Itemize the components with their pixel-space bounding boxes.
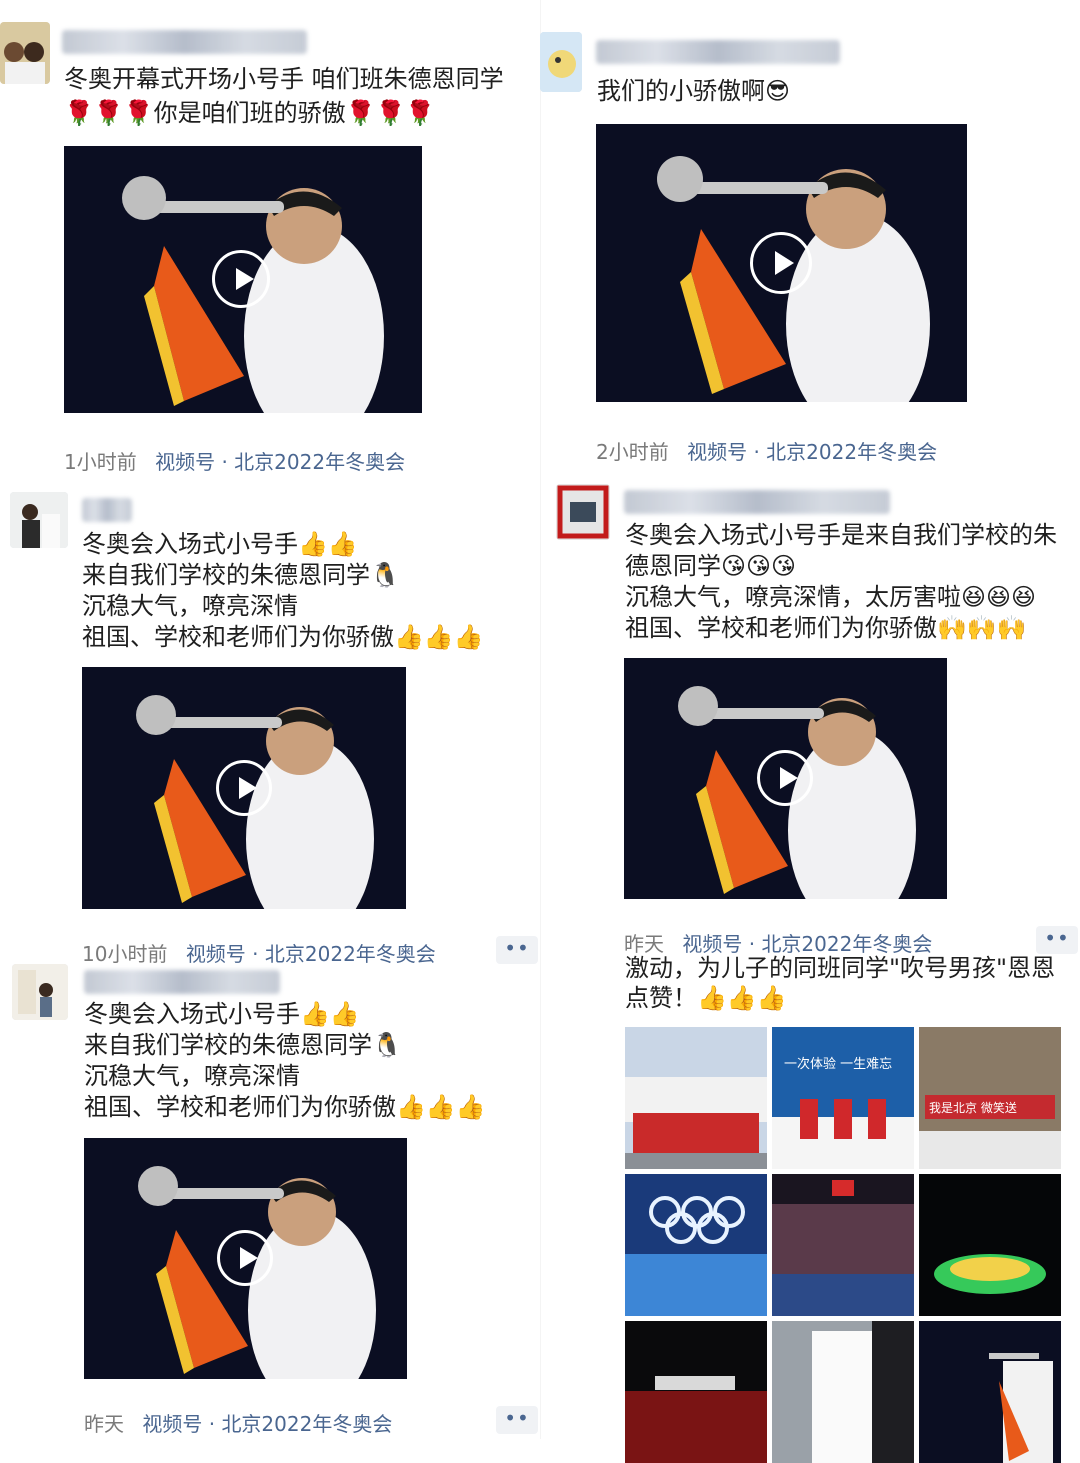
username-blurred[interactable] bbox=[84, 970, 280, 994]
post-text-line: 🌹🌹🌹你是咱们班的骄傲🌹🌹🌹 bbox=[64, 99, 436, 127]
post-time: 10小时前 bbox=[82, 942, 168, 966]
post-time: 昨天 bbox=[84, 1412, 124, 1436]
more-options-button[interactable]: •• bbox=[1036, 926, 1078, 954]
photo-caption-text: 我是北京 微笑送 bbox=[929, 1101, 1017, 1115]
photo-thumbnail[interactable] bbox=[625, 1027, 767, 1169]
post-text-line: 来自我们学校的朱德恩同学🐧 bbox=[82, 561, 400, 589]
channel-link[interactable]: 视频号 bbox=[186, 942, 246, 966]
post-text-line: 沉稳大气，嘹亮深情 bbox=[82, 592, 298, 620]
photo-thumbnail[interactable] bbox=[625, 1321, 767, 1463]
post-text-line: 冬奥会入场式小号手👍👍 bbox=[84, 1000, 360, 1028]
avatar[interactable] bbox=[0, 22, 50, 84]
topic-link[interactable]: 北京2022年冬奥会 bbox=[766, 440, 937, 464]
topic-link[interactable]: 北京2022年冬奥会 bbox=[221, 1412, 392, 1436]
avatar[interactable] bbox=[12, 964, 68, 1020]
photo-thumbnail[interactable] bbox=[919, 1321, 1061, 1463]
post-text-line: 祖国、学校和老师们为你骄傲👍👍👍 bbox=[82, 623, 484, 651]
more-options-button[interactable]: •• bbox=[496, 936, 538, 964]
post-time: 1小时前 bbox=[64, 450, 137, 474]
play-icon[interactable] bbox=[757, 750, 813, 806]
photo-thumbnail[interactable] bbox=[625, 1174, 767, 1316]
channel-link[interactable]: 视频号 bbox=[155, 450, 215, 474]
channel-link[interactable]: 视频号 bbox=[687, 440, 747, 464]
play-icon[interactable] bbox=[212, 250, 270, 308]
post-text-line: 祖国、学校和老师们为你骄傲🙌🙌🙌 bbox=[625, 614, 1027, 642]
play-icon[interactable] bbox=[750, 232, 812, 294]
post-text-line: 沉稳大气，嘹亮深情 bbox=[84, 1062, 300, 1090]
column-divider bbox=[540, 0, 541, 1439]
topic-link[interactable]: 北京2022年冬奥会 bbox=[265, 942, 436, 966]
photo-thumbnail[interactable]: 我是北京 微笑送 bbox=[919, 1027, 1061, 1169]
post-meta: 1小时前 视频号 · 北京2022年冬奥会 bbox=[64, 450, 406, 474]
photo-caption-text: 一次体验 一生难忘 bbox=[784, 1057, 893, 1072]
photo-grid: 一次体验 一生难忘 我是北京 微笑送 bbox=[625, 1027, 1061, 1463]
photo-thumbnail[interactable] bbox=[919, 1174, 1061, 1316]
video-thumbnail[interactable] bbox=[64, 146, 422, 413]
post-text-line: 祖国、学校和老师们为你骄傲👍👍👍 bbox=[84, 1093, 486, 1121]
username-blurred[interactable] bbox=[62, 30, 307, 54]
topic-link[interactable]: 北京2022年冬奥会 bbox=[234, 450, 405, 474]
video-thumbnail[interactable] bbox=[82, 667, 406, 909]
more-options-button[interactable]: •• bbox=[496, 1406, 538, 1434]
video-thumbnail[interactable] bbox=[84, 1138, 407, 1379]
photo-thumbnail[interactable] bbox=[772, 1174, 914, 1316]
photo-thumbnail[interactable]: 一次体验 一生难忘 bbox=[772, 1027, 914, 1169]
post-text-line: 德恩同学😘😘😘 bbox=[625, 552, 797, 580]
avatar[interactable] bbox=[10, 492, 68, 548]
photo-thumbnail[interactable] bbox=[772, 1321, 914, 1463]
post-text-line: 冬奥会入场式小号手👍👍 bbox=[82, 530, 358, 558]
avatar[interactable] bbox=[540, 32, 582, 92]
video-thumbnail[interactable] bbox=[624, 658, 947, 899]
avatar[interactable] bbox=[556, 484, 610, 540]
post-text-line: 激动，为儿子的同班同学"吹号男孩"恩恩 bbox=[625, 954, 1056, 982]
post-text-line: 我们的小骄傲啊😎 bbox=[597, 77, 791, 105]
play-icon[interactable] bbox=[216, 760, 272, 816]
post-text-line: 冬奥会入场式小号手是来自我们学校的朱 bbox=[625, 521, 1057, 549]
channel-link[interactable]: 视频号 bbox=[142, 1412, 202, 1436]
post-text-line: 来自我们学校的朱德恩同学🐧 bbox=[84, 1031, 402, 1059]
play-icon[interactable] bbox=[217, 1230, 273, 1286]
username-blurred[interactable] bbox=[624, 490, 890, 514]
username-blurred[interactable] bbox=[82, 498, 132, 522]
video-thumbnail[interactable] bbox=[596, 124, 967, 402]
post-meta: 昨天 视频号 · 北京2022年冬奥会 bbox=[84, 1412, 393, 1436]
username-blurred[interactable] bbox=[596, 40, 840, 64]
post-text-line: 点赞！👍👍👍 bbox=[625, 984, 787, 1012]
post-text-line: 沉稳大气，嘹亮深情，太厉害啦😆😆😆 bbox=[625, 583, 1037, 611]
post-meta: 2小时前 视频号 · 北京2022年冬奥会 bbox=[596, 440, 938, 464]
post-text-line: 冬奥开幕式开场小号手 咱们班朱德恩同学 bbox=[64, 65, 504, 93]
post-time: 2小时前 bbox=[596, 440, 669, 464]
post-meta: 10小时前 视频号 · 北京2022年冬奥会 bbox=[82, 942, 436, 966]
